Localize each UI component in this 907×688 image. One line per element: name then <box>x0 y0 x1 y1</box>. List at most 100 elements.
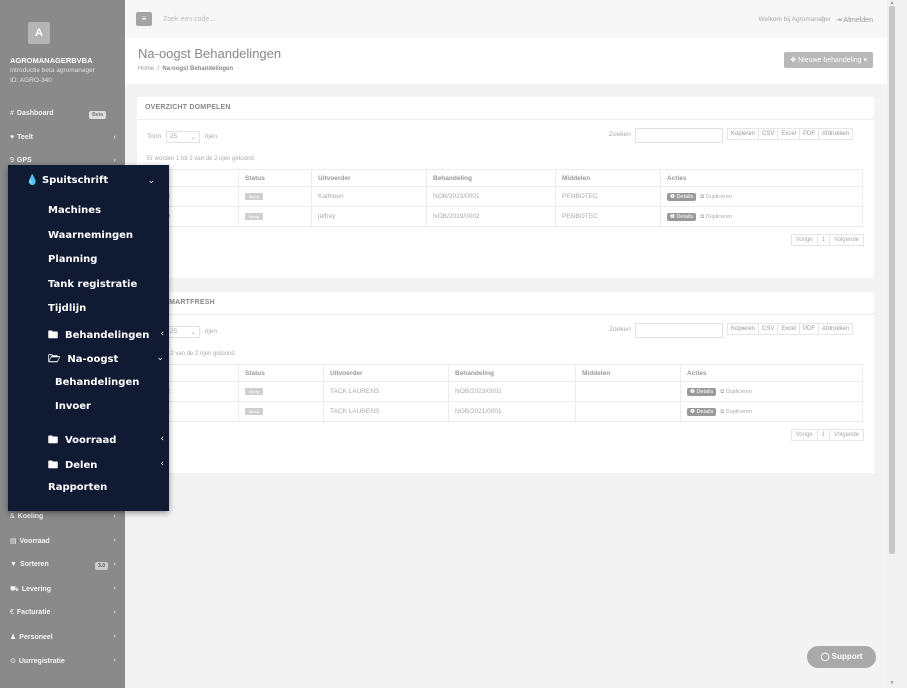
scrollbar-thumb[interactable] <box>889 6 895 554</box>
page-1-button[interactable]: 1 <box>816 429 830 441</box>
page-length-select[interactable]: 25 ⌄ <box>165 326 200 338</box>
menu-item-voorraad[interactable]: 🖿 Voorraad <box>48 433 116 450</box>
page-1-button[interactable]: 1 <box>816 234 830 246</box>
menu-item-behandelingen[interactable]: 🖿 Behandelingen <box>48 328 149 345</box>
duplicate-button[interactable]: ⧉ Dupliceren <box>700 194 732 200</box>
pdf-button[interactable]: PDF <box>799 128 820 140</box>
col-uitvoerder[interactable]: Uitvoerder <box>311 169 427 187</box>
page-title: Na-oogst Behandelingen <box>138 46 282 61</box>
breadcrumb-home[interactable]: Home <box>138 66 154 72</box>
print-button[interactable]: Afdrukken <box>818 128 854 140</box>
cell-behandeling: NOB/2019/0002 <box>426 206 556 227</box>
details-button[interactable]: ❶ Details <box>667 192 697 201</box>
table-header: m Status Uitvoerder Behandeling Middelen… <box>147 169 863 187</box>
sidebar-item-facturatie[interactable]: € Facturatie ‹ <box>10 609 116 621</box>
sidebar-item-label: Sorteren <box>19 561 49 568</box>
menu-item-delen[interactable]: 🖿 Delen <box>48 458 97 475</box>
hamburger-icon: ≡ <box>141 14 147 23</box>
next-page-button[interactable]: Volgende <box>828 234 864 246</box>
main-content: Na-oogst Behandelingen Home / Na-oogst B… <box>125 38 887 688</box>
panel-dompelen: OVERZICHT DOMPELEN Toon 25 ⌄ rijen Zoeke… <box>137 97 874 278</box>
prev-page-button[interactable]: Vorige <box>790 234 818 246</box>
details-button[interactable]: ❶ Details <box>687 407 717 416</box>
excel-button[interactable]: Excel <box>777 323 801 335</box>
submenu-item-behandelingen[interactable]: Behandelingen <box>55 377 139 388</box>
copy-button[interactable]: Kopieren <box>727 323 760 335</box>
menu-item-na-oogst[interactable]: 🗁 Na-oogst <box>48 352 118 369</box>
sidebar-item-levering[interactable]: ⛟ Levering ‹ <box>10 585 116 597</box>
menu-header-spuitschrift[interactable]: 💧 Spuitschrift <box>26 175 108 186</box>
page-header: Na-oogst Behandelingen Home / Na-oogst B… <box>125 38 887 84</box>
col-status[interactable]: Status <box>238 364 324 382</box>
col-uitvoerder[interactable]: Uitvoerder <box>323 364 449 382</box>
new-treatment-button[interactable]: ✚ Nieuwe behandeling ▾ <box>784 52 873 68</box>
cell-uitvoerder: jeffrey <box>311 206 427 227</box>
menu-item-tank-registratie[interactable]: Tank registratie <box>48 279 137 290</box>
menu-item-machines[interactable]: Machines <box>48 205 101 216</box>
cell-acties: ❶ Details ⧉ Dupliceren <box>660 206 863 227</box>
details-button[interactable]: ❶ Details <box>687 387 717 396</box>
menu-toggle-button[interactable]: ≡ <box>136 12 152 26</box>
col-middelen[interactable]: Middelen <box>555 169 661 187</box>
sidebar-item-teelt[interactable]: ♥ Teelt ‹ <box>10 134 116 146</box>
sidebar-item-dashboard[interactable]: # Dashboard Beta <box>10 110 116 122</box>
home-icon[interactable]: ⌂ <box>821 15 825 22</box>
sidebar-item-label: Levering <box>21 586 51 593</box>
folder-icon: 🖿 <box>48 435 58 446</box>
duplicate-button[interactable]: ⧉ Dupliceren <box>700 214 732 220</box>
clock-icon: ⊙ <box>10 658 16 665</box>
sidebar-item-uurregistratie[interactable]: ⊙ Uurregistratie ‹ <box>10 657 116 669</box>
company-logo[interactable]: A <box>28 22 50 44</box>
menu-header-label: Spuitschrift <box>41 175 109 186</box>
duplicate-button[interactable]: ⧉ Dupliceren <box>720 409 752 415</box>
pdf-button[interactable]: PDF <box>799 323 820 335</box>
print-button[interactable]: Afdrukken <box>818 323 854 335</box>
cell-status: Bezig <box>238 381 324 402</box>
status-badge: Bezig <box>245 408 264 415</box>
next-page-button[interactable]: Volgende <box>828 429 864 441</box>
col-status[interactable]: Status <box>238 169 312 187</box>
duplicate-button[interactable]: ⧉ Dupliceren <box>720 389 752 395</box>
sidebar-item-sorteren[interactable]: ▼ Sorteren 3.0 ‹ <box>10 561 116 573</box>
menu-item-planning[interactable]: Planning <box>48 254 97 265</box>
search-label: Zoeken <box>609 326 631 333</box>
sidebar-item-voorraad[interactable]: ▤ Voorraad ‹ <box>10 537 116 549</box>
page-length-control: Toon 25 ⌄ rijen <box>147 131 217 143</box>
table-search-input[interactable] <box>635 128 723 143</box>
cell-middelen: PENBOTEC <box>555 186 661 207</box>
table-search-input[interactable] <box>635 323 723 338</box>
excel-button[interactable]: Excel <box>777 128 801 140</box>
menu-item-waarnemingen[interactable]: Waarnemingen <box>48 230 133 241</box>
scroll-up-arrow-icon[interactable]: ▲ <box>889 0 895 6</box>
csv-button[interactable]: CSV <box>758 128 779 140</box>
menu-item-tijdlijn[interactable]: Tijdlijn <box>48 303 86 314</box>
export-buttons: Kopieren CSV Excel PDF Afdrukken <box>727 323 854 336</box>
truck-icon: ⛟ <box>10 586 19 593</box>
prev-page-button[interactable]: Vorige <box>790 429 818 441</box>
panel-title: OVERZICHT DOMPELEN <box>145 104 231 111</box>
sidebar-item-koeling[interactable]: & Koeling ‹ <box>10 513 116 525</box>
spuitschrift-flyout-menu: 💧 Spuitschrift ⌄ Machines Waarnemingen P… <box>8 165 169 511</box>
col-behandeling[interactable]: Behandeling <box>448 364 576 382</box>
breadcrumb-current: Na-oogst Behandelingen <box>162 66 234 72</box>
col-middelen[interactable]: Middelen <box>575 364 681 382</box>
chevron-down-icon: ⌄ <box>190 329 196 336</box>
dashboard-icon: # <box>10 110 14 117</box>
sidebar-item-personeel[interactable]: ♟ Personeel ‹ <box>10 633 116 645</box>
sidebar-item-label: Teelt <box>17 134 33 141</box>
csv-button[interactable]: CSV <box>758 323 779 335</box>
menu-item-rapporten[interactable]: Rapporten <box>48 482 107 493</box>
page-length-select[interactable]: 25 ⌄ <box>165 131 200 143</box>
rijen-label: rijen <box>204 133 218 140</box>
cell-middelen <box>575 381 681 402</box>
copy-button[interactable]: Kopieren <box>727 128 760 140</box>
cell-middelen <box>575 401 681 422</box>
scroll-down-arrow-icon[interactable]: ▼ <box>889 680 895 686</box>
sidebar-item-label: Koeling <box>17 513 44 520</box>
col-behandeling[interactable]: Behandeling <box>426 169 556 187</box>
logout-link[interactable]: ⇥ Afmelden <box>836 16 873 24</box>
details-button[interactable]: ❶ Details <box>667 212 697 221</box>
support-button[interactable]: ◯ Support <box>807 646 876 668</box>
submenu-item-invoer[interactable]: Invoer <box>55 401 91 412</box>
code-search-input[interactable]: Zoek een code... <box>163 16 215 23</box>
